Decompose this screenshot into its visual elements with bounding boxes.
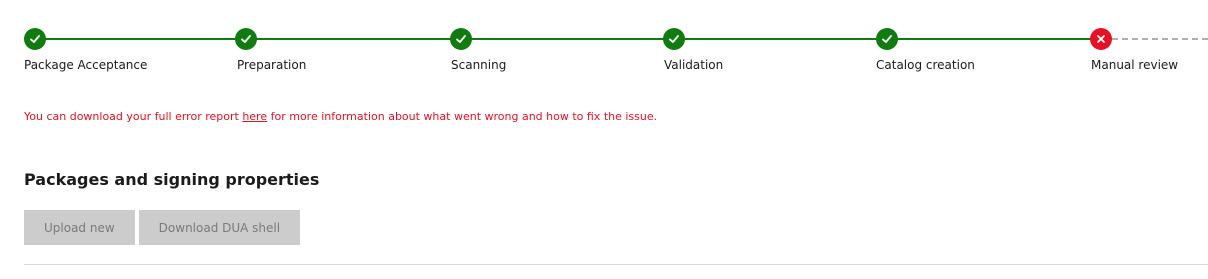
stepper-connector — [246, 38, 461, 40]
progress-stepper: Package Acceptance Preparation Scanning … — [0, 0, 1208, 80]
step-complete-icon — [450, 28, 472, 50]
error-message-prefix: You can download your full error report — [24, 110, 243, 123]
download-dua-shell-button[interactable]: Download DUA shell — [138, 210, 301, 245]
error-message: You can download your full error report … — [24, 110, 657, 123]
section-divider — [24, 264, 1208, 265]
step-complete-icon — [24, 28, 46, 50]
step-label-manual-review: Manual review — [1091, 58, 1179, 72]
stepper-connector-pending — [1112, 38, 1208, 40]
error-report-link[interactable]: here — [242, 110, 267, 123]
stepper-connector — [461, 38, 674, 40]
step-complete-icon — [876, 28, 898, 50]
error-message-suffix: for more information about what went wro… — [267, 110, 658, 123]
step-label-package-acceptance: Package Acceptance — [24, 58, 148, 72]
step-label-preparation: Preparation — [237, 58, 307, 72]
stepper-connector — [35, 38, 246, 40]
step-label-validation: Validation — [664, 58, 724, 72]
step-failed-icon — [1090, 28, 1112, 50]
step-label-scanning: Scanning — [451, 58, 507, 72]
step-label-catalog-creation: Catalog creation — [876, 58, 975, 72]
step-complete-icon — [663, 28, 685, 50]
stepper-connector — [887, 38, 1101, 40]
step-complete-icon — [235, 28, 257, 50]
package-actions: Upload new Download DUA shell — [24, 210, 301, 245]
stepper-connector — [674, 38, 887, 40]
upload-new-button[interactable]: Upload new — [24, 210, 135, 245]
section-title: Packages and signing properties — [24, 170, 320, 189]
